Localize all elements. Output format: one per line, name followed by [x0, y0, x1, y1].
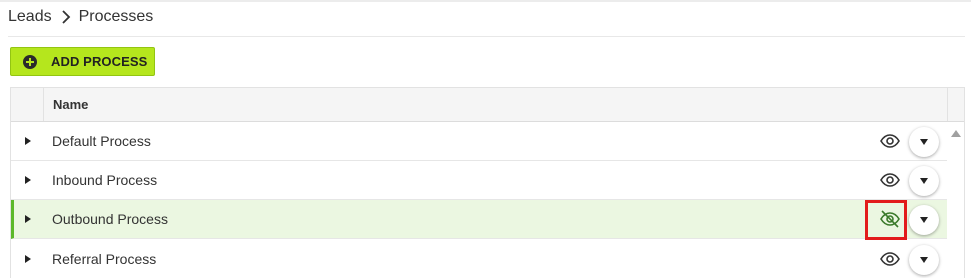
process-name: Referral Process — [52, 251, 157, 267]
add-process-label: ADD PROCESS — [51, 54, 148, 69]
process-name: Inbound Process — [52, 172, 158, 188]
caret-right-icon[interactable] — [25, 215, 31, 223]
breadcrumb-divider — [8, 36, 965, 37]
row-menu-button[interactable] — [909, 127, 939, 157]
table-row[interactable]: Referral Process — [11, 240, 947, 278]
scrollbar-header — [947, 88, 964, 121]
caret-right-icon[interactable] — [25, 255, 31, 263]
processes-grid: Name Default Process Inbound Process Out… — [10, 87, 965, 278]
scroll-up-arrow-icon[interactable] — [951, 130, 961, 137]
table-row-selected[interactable]: Outbound Process — [11, 200, 947, 239]
process-name: Default Process — [52, 133, 151, 149]
row-menu-button[interactable] — [909, 245, 939, 275]
vertical-scrollbar[interactable] — [947, 122, 964, 278]
eye-icon[interactable] — [879, 131, 901, 151]
chevron-right-icon — [59, 9, 73, 25]
breadcrumb: Leads Processes — [8, 8, 153, 26]
add-process-button[interactable]: ADD PROCESS — [10, 47, 155, 76]
table-row[interactable]: Default Process — [11, 122, 947, 161]
eye-icon[interactable] — [879, 170, 901, 190]
breadcrumb-item-leads[interactable]: Leads — [8, 8, 52, 26]
caret-right-icon[interactable] — [25, 176, 31, 184]
row-menu-button[interactable] — [909, 166, 939, 196]
breadcrumb-item-processes: Processes — [78, 8, 154, 25]
top-border — [0, 0, 971, 2]
row-menu-button[interactable] — [909, 205, 939, 235]
eye-icon[interactable] — [879, 249, 901, 269]
eye-off-icon[interactable] — [879, 209, 901, 229]
process-name: Outbound Process — [52, 211, 168, 227]
grid-header: Name — [11, 88, 964, 122]
column-header-name[interactable]: Name — [53, 97, 88, 112]
table-row[interactable]: Inbound Process — [11, 161, 947, 200]
expand-column-header — [11, 88, 44, 121]
plus-circle-icon — [23, 54, 37, 69]
caret-right-icon[interactable] — [25, 137, 31, 145]
